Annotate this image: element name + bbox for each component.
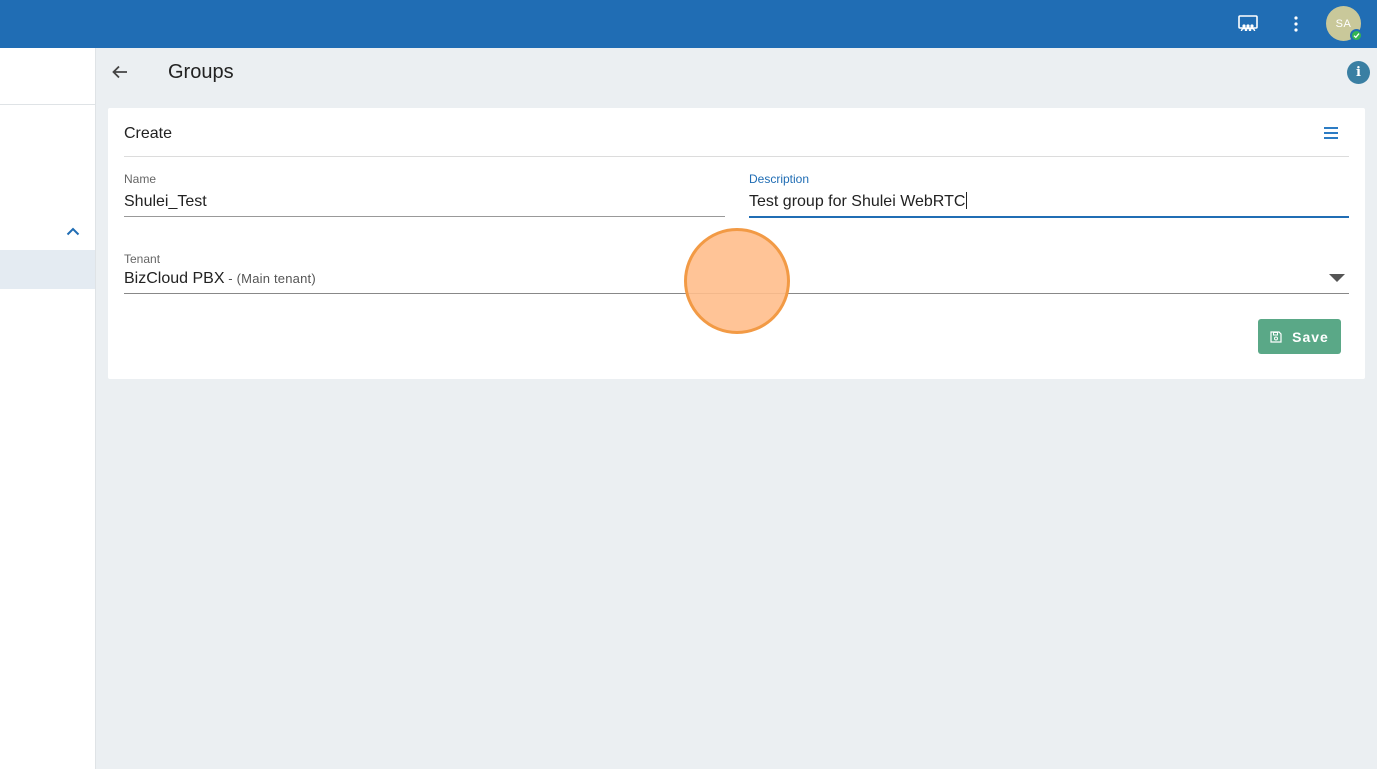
floppy-disk-icon xyxy=(1270,330,1282,343)
online-status-icon xyxy=(1350,29,1363,42)
save-button[interactable]: Save xyxy=(1258,319,1341,354)
avatar-initials: SA xyxy=(1335,17,1352,30)
text-cursor xyxy=(966,192,968,209)
name-label: Name xyxy=(124,172,157,186)
page-header: Groups i xyxy=(96,48,1377,106)
more-vert-icon[interactable] xyxy=(1280,8,1312,40)
chevron-up-icon[interactable] xyxy=(62,220,84,242)
name-field[interactable]: Name Shulei_Test xyxy=(124,172,725,217)
page-title: Groups xyxy=(168,61,234,83)
tenant-name: BizCloud PBX xyxy=(124,270,225,287)
save-label: Save xyxy=(1292,328,1329,345)
top-bar: SA xyxy=(0,0,1377,48)
dropdown-arrow-icon[interactable] xyxy=(1329,274,1345,282)
back-arrow-icon[interactable] xyxy=(108,60,132,84)
sidebar xyxy=(0,48,96,769)
menu-icon[interactable] xyxy=(1320,122,1342,144)
description-label: Description xyxy=(749,172,810,186)
remote-assist-icon[interactable] xyxy=(1232,8,1264,40)
name-input[interactable]: Shulei_Test xyxy=(124,190,725,216)
sidebar-header xyxy=(0,48,95,105)
card-title: Create xyxy=(124,125,173,142)
tenant-subtitle: - (Main tenant) xyxy=(224,271,316,286)
sidebar-item-active[interactable] xyxy=(0,250,95,289)
card-divider xyxy=(124,156,1349,157)
click-indicator xyxy=(684,228,790,334)
description-input[interactable]: Test group for Shulei WebRTC xyxy=(749,190,1349,216)
description-field[interactable]: Description Test group for Shulei WebRTC xyxy=(749,172,1349,218)
info-icon[interactable]: i xyxy=(1347,61,1370,84)
user-avatar[interactable]: SA xyxy=(1326,6,1363,42)
description-value: Test group for Shulei WebRTC xyxy=(749,193,966,210)
